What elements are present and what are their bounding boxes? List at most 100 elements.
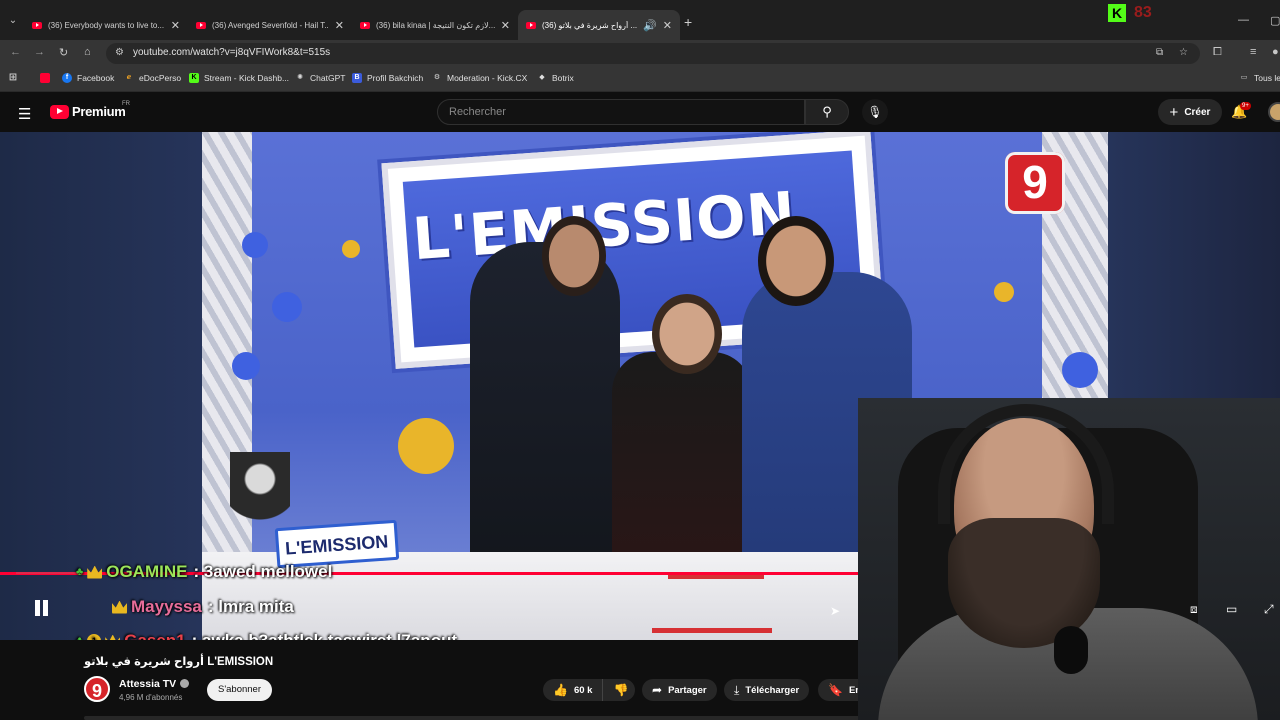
- browser-tab-strip: ⌄ (36) Everybody wants to live to... ✕ (…: [0, 0, 1280, 40]
- tab-title: (36) Avenged Sevenfold - Hail T...: [212, 20, 329, 30]
- botrix-icon: ◆: [539, 74, 545, 81]
- fullscreen-icon[interactable]: ⤢: [1264, 602, 1274, 617]
- download-button[interactable]: ⤓ Télécharger: [724, 679, 810, 701]
- bookmark-facebook[interactable]: f Facebook: [62, 73, 114, 83]
- bookmark-edocperso[interactable]: ℯ eDocPerso: [124, 73, 181, 83]
- close-tab-icon[interactable]: ✕: [171, 19, 180, 32]
- browser-tab-2[interactable]: (36) Avenged Sevenfold - Hail T... ✕: [188, 10, 352, 40]
- new-tab-button[interactable]: +: [684, 14, 692, 30]
- bookmark-label: eDocPerso: [139, 73, 182, 83]
- kick-counter: 83: [1134, 4, 1152, 21]
- bookmark-moderation-kick[interactable]: ⚙ Moderation - Kick.CX: [432, 73, 527, 83]
- profile-icon[interactable]: ●: [1272, 46, 1279, 58]
- bookmark-chatgpt[interactable]: ✺ ChatGPT: [295, 73, 345, 83]
- pause-button[interactable]: [32, 598, 50, 618]
- speaker-icon[interactable]: 🔊: [643, 19, 657, 32]
- download-label: Télécharger: [745, 684, 800, 696]
- bookmark-profil-bakchich[interactable]: B Profil Bakchich: [352, 73, 423, 83]
- bookmark-label: Tous le: [1254, 73, 1280, 83]
- host-right-head: [758, 216, 834, 306]
- home-icon[interactable]: ⌂: [84, 46, 91, 58]
- channel-name-wrap[interactable]: Attessia TV: [119, 678, 190, 690]
- channel-avatar[interactable]: 9: [84, 676, 110, 702]
- moderation-icon: ⚙: [433, 74, 441, 81]
- apps-icon[interactable]: ⊞: [8, 73, 23, 83]
- decor-bubble: [232, 352, 260, 380]
- chat-message: ♣ OGAMINE : 3awed mellowel: [76, 562, 332, 582]
- kick-extension[interactable]: K 83: [1108, 4, 1152, 22]
- bakchich-icon: B: [352, 73, 362, 83]
- youtube-favicon-icon: [360, 21, 370, 29]
- youtube-favicon-icon: [32, 21, 42, 29]
- bookmark-label: ChatGPT: [310, 73, 346, 83]
- search-input[interactable]: Rechercher: [437, 99, 805, 125]
- bookmark-botrix[interactable]: ◆ Botrix: [537, 73, 573, 83]
- guest-center-head: [652, 294, 722, 374]
- host-left: [470, 242, 620, 572]
- all-bookmarks-folder[interactable]: ▭ Tous le: [1239, 73, 1280, 83]
- kick-logo-icon: K: [1108, 4, 1126, 22]
- bookmark-youtube[interactable]: [40, 73, 55, 83]
- bookmark-label: Moderation - Kick.CX: [447, 73, 528, 83]
- chatgpt-icon: ✺: [297, 74, 303, 81]
- like-count: 60 k: [573, 684, 593, 696]
- decor-bubble: [398, 418, 454, 474]
- youtube-favicon-icon: [526, 21, 536, 29]
- close-tab-icon[interactable]: ✕: [335, 19, 344, 32]
- tab-title: (36) bila kinaa | لازم تكون النتيجة...: [376, 20, 495, 30]
- site-info-icon[interactable]: ⚙: [115, 47, 124, 58]
- chat-separator: [16, 572, 78, 574]
- youtube-premium-logo[interactable]: Premium FR: [50, 101, 130, 119]
- share-button[interactable]: ➦ Partager: [642, 679, 717, 701]
- tab-title: (36) Everybody wants to live to...: [48, 20, 165, 30]
- forward-icon[interactable]: →: [34, 46, 45, 58]
- decor-bubble: [242, 232, 268, 258]
- description-edge: [84, 716, 864, 720]
- mouse-cursor-icon: ➤: [830, 604, 841, 618]
- chat-text: : 3awed mellowel: [193, 562, 333, 581]
- like-dislike-group: 👍 60 k 👎: [543, 679, 635, 701]
- menu-icon[interactable]: ☰: [18, 105, 31, 123]
- back-icon[interactable]: ←: [10, 46, 21, 58]
- bookmark-kick-stream[interactable]: K Stream - Kick Dashb...: [189, 73, 289, 83]
- close-tab-icon[interactable]: ✕: [663, 19, 672, 32]
- address-bar[interactable]: ⚙ youtube.com/watch?v=j8qVFIWork8&t=515s…: [106, 43, 1200, 64]
- cast-icon[interactable]: ▭: [1226, 602, 1237, 616]
- close-tab-icon[interactable]: ✕: [501, 19, 510, 32]
- create-button[interactable]: + Créer: [1158, 99, 1222, 125]
- create-label: Créer: [1184, 106, 1211, 118]
- decor-bubble: [1062, 352, 1098, 388]
- media-controls-icon[interactable]: ≡: [1250, 46, 1256, 58]
- extensions-icon[interactable]: ⧠: [1213, 46, 1222, 59]
- crown-badge-icon: [112, 600, 127, 614]
- youtube-header: ☰ Premium FR Rechercher ⚲ 🎙 + Créer 🔔 9+: [0, 92, 1280, 132]
- browser-tab-active[interactable]: (36) أرواح شريرة في بلاتو ... 🔊 ✕: [518, 10, 680, 40]
- tab-search-icon[interactable]: ⌄: [6, 14, 20, 28]
- facebook-icon: f: [62, 73, 72, 83]
- guest-center: [612, 352, 752, 572]
- like-button[interactable]: 👍 60 k: [543, 679, 604, 701]
- maximize-icon[interactable]: ▢: [1270, 14, 1280, 27]
- download-icon: ⤓: [734, 682, 740, 697]
- share-label: Partager: [668, 684, 707, 696]
- chat-message: Mayyssa : lmra mita: [112, 597, 294, 617]
- voice-search-button[interactable]: 🎙: [862, 99, 888, 125]
- chat-text: : lmra mita: [207, 597, 294, 616]
- search-icon: ⚲: [822, 104, 832, 119]
- search-button[interactable]: ⚲: [805, 99, 849, 125]
- subscribe-button[interactable]: S'abonner: [207, 679, 272, 701]
- settings-icon[interactable]: ⧈: [1190, 602, 1198, 617]
- tab-title: (36) أرواح شريرة في بلاتو ...: [542, 20, 638, 30]
- minimize-icon[interactable]: —: [1238, 14, 1249, 26]
- youtube-play-icon: [50, 104, 69, 119]
- user-avatar[interactable]: [1268, 102, 1280, 122]
- logo-word: Premium: [72, 104, 126, 119]
- browser-tab-1[interactable]: (36) Everybody wants to live to... ✕: [24, 10, 188, 40]
- reload-icon[interactable]: ↻: [59, 46, 68, 59]
- browser-tab-3[interactable]: (36) bila kinaa | لازم تكون النتيجة... ✕: [352, 10, 518, 40]
- dislike-button[interactable]: 👎: [603, 683, 638, 697]
- bookmark-label: Profil Bakchich: [367, 73, 424, 83]
- bookmark-star-icon[interactable]: ☆: [1179, 47, 1188, 58]
- bookmark-label: Stream - Kick Dashb...: [204, 73, 290, 83]
- install-app-icon[interactable]: ⧉: [1156, 47, 1163, 58]
